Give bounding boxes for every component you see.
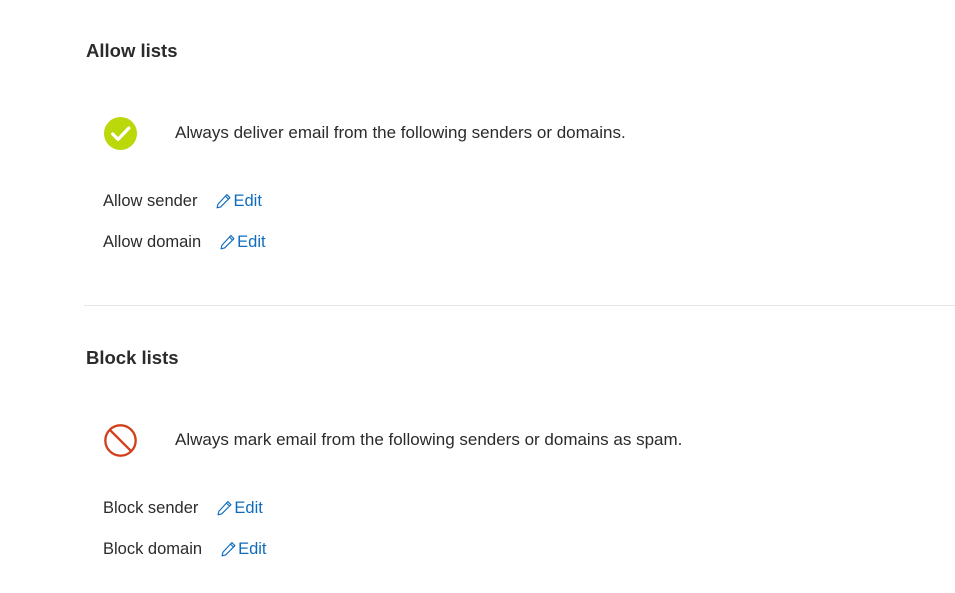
block-sender-edit-label: Edit (234, 498, 263, 517)
block-domain-edit-link[interactable]: Edit (220, 539, 267, 559)
block-domain-edit-label: Edit (238, 539, 267, 558)
allow-lists-title: Allow lists (86, 40, 178, 61)
blocked-icon (104, 424, 137, 457)
pencil-icon (220, 235, 235, 250)
check-circle-icon (103, 116, 138, 151)
allow-sender-row: Allow sender Edit (103, 190, 262, 212)
block-sender-edit-link[interactable]: Edit (216, 498, 263, 518)
block-domain-label: Block domain (103, 539, 203, 558)
block-domain-row: Block domain Edit (103, 538, 267, 560)
allow-domain-edit-link[interactable]: Edit (219, 232, 266, 252)
allow-domain-edit-label: Edit (237, 232, 266, 251)
allow-domain-label: Allow domain (103, 232, 202, 251)
pencil-icon (216, 194, 231, 209)
block-lists-title: Block lists (86, 347, 179, 368)
allow-sender-edit-label: Edit (233, 191, 262, 210)
allow-lists-description: Always deliver email from the following … (175, 123, 626, 142)
pencil-icon (217, 501, 232, 516)
pencil-icon (221, 542, 236, 557)
allow-domain-row: Allow domain Edit (103, 231, 266, 253)
block-sender-row: Block sender Edit (103, 497, 263, 519)
allow-sender-label: Allow sender (103, 191, 198, 210)
section-divider (84, 305, 955, 306)
allow-sender-edit-link[interactable]: Edit (215, 191, 262, 211)
block-sender-label: Block sender (103, 498, 199, 517)
block-lists-description: Always mark email from the following sen… (175, 430, 683, 449)
